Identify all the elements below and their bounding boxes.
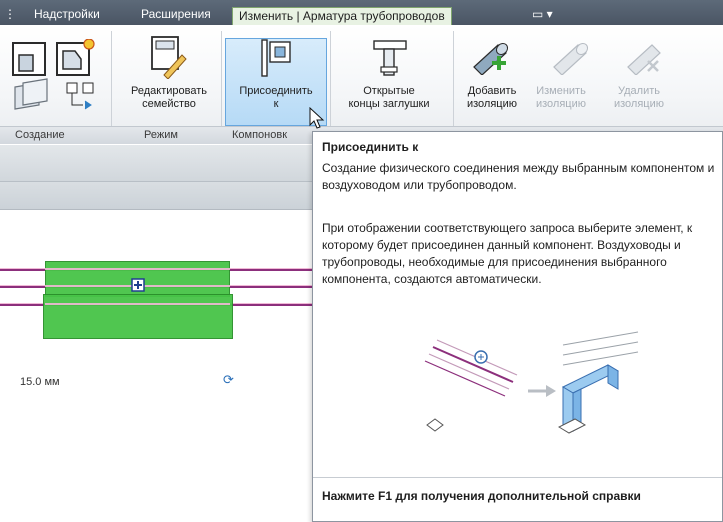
tab-modify-pipe-accessories[interactable]: Изменить | Арматура трубопроводов <box>232 7 452 25</box>
pipe-line-over-selection <box>45 268 230 270</box>
ribbon: Редактировать семейство Присоединить к О… <box>0 25 723 144</box>
modify-insulation-button: Изменить изоляцию <box>528 85 594 111</box>
tab-extensions[interactable]: Расширения <box>137 5 215 25</box>
ribbon-tab-bar: ⋮ Надстройки Расширения Изменить | Армат… <box>0 0 723 25</box>
pipe-line-over-selection <box>45 303 230 305</box>
panel-title-create[interactable]: Создание <box>15 129 65 141</box>
modify-insulation-label: Изменить изоляцию <box>535 85 586 110</box>
tab-addins[interactable]: Надстройки <box>30 5 104 25</box>
edit-family-label: Редактировать семейство <box>131 85 207 110</box>
add-insulation-label: Добавить изоляцию <box>466 85 517 110</box>
connect-to-label: Присоединить к <box>239 85 313 110</box>
modify-insulation-icon <box>553 42 589 75</box>
cursor-icon <box>309 107 325 129</box>
panel-title-mode[interactable]: Режим <box>144 129 178 141</box>
panel-divider <box>221 31 222 126</box>
panel-divider <box>111 31 112 126</box>
tooltip-divider <box>313 477 722 478</box>
remove-insulation-icon <box>627 44 661 75</box>
open-caps-button[interactable]: Открытые концы заглушки <box>333 85 445 111</box>
tooltip-illustration <box>424 331 639 434</box>
tab-panel-toggle[interactable]: ▭ ▾ <box>528 5 557 25</box>
panel-divider <box>453 31 454 126</box>
open-caps-label: Открытые концы заглушки <box>348 85 430 110</box>
add-insulation-button[interactable]: Добавить изоляцию <box>456 85 528 111</box>
tooltip-title: Присоединить к <box>322 140 419 154</box>
tooltip-help-hint: Нажмите F1 для получения дополнительной … <box>322 489 641 503</box>
panel-title-layout[interactable]: Компоновк <box>232 129 287 141</box>
rotate-icon[interactable]: ⟳ <box>223 372 234 388</box>
remove-insulation-button: Удалить изоляцию <box>600 85 678 111</box>
remove-insulation-label: Удалить изоляцию <box>613 85 664 110</box>
tooltip: Присоединить к Создание физического соед… <box>312 131 723 522</box>
create-panel-icon[interactable] <box>9 39 109 119</box>
edit-family-icon[interactable] <box>148 35 188 79</box>
tooltip-details: При отображении соответствующего запроса… <box>322 221 693 286</box>
connect-to-icon[interactable] <box>258 38 294 82</box>
tab-separator: ⋮ <box>4 7 16 21</box>
add-insulation-icon[interactable] <box>470 39 512 75</box>
edit-family-button[interactable]: Редактировать семейство <box>117 85 221 111</box>
dimension-value[interactable]: 15.0 мм <box>20 376 60 388</box>
open-caps-icon[interactable] <box>372 37 408 77</box>
tooltip-description: Создание физического соединения между вы… <box>322 161 715 192</box>
move-grip-icon[interactable] <box>131 278 145 292</box>
selected-pipe-accessory-body[interactable] <box>43 294 233 339</box>
panel-divider <box>330 31 331 126</box>
